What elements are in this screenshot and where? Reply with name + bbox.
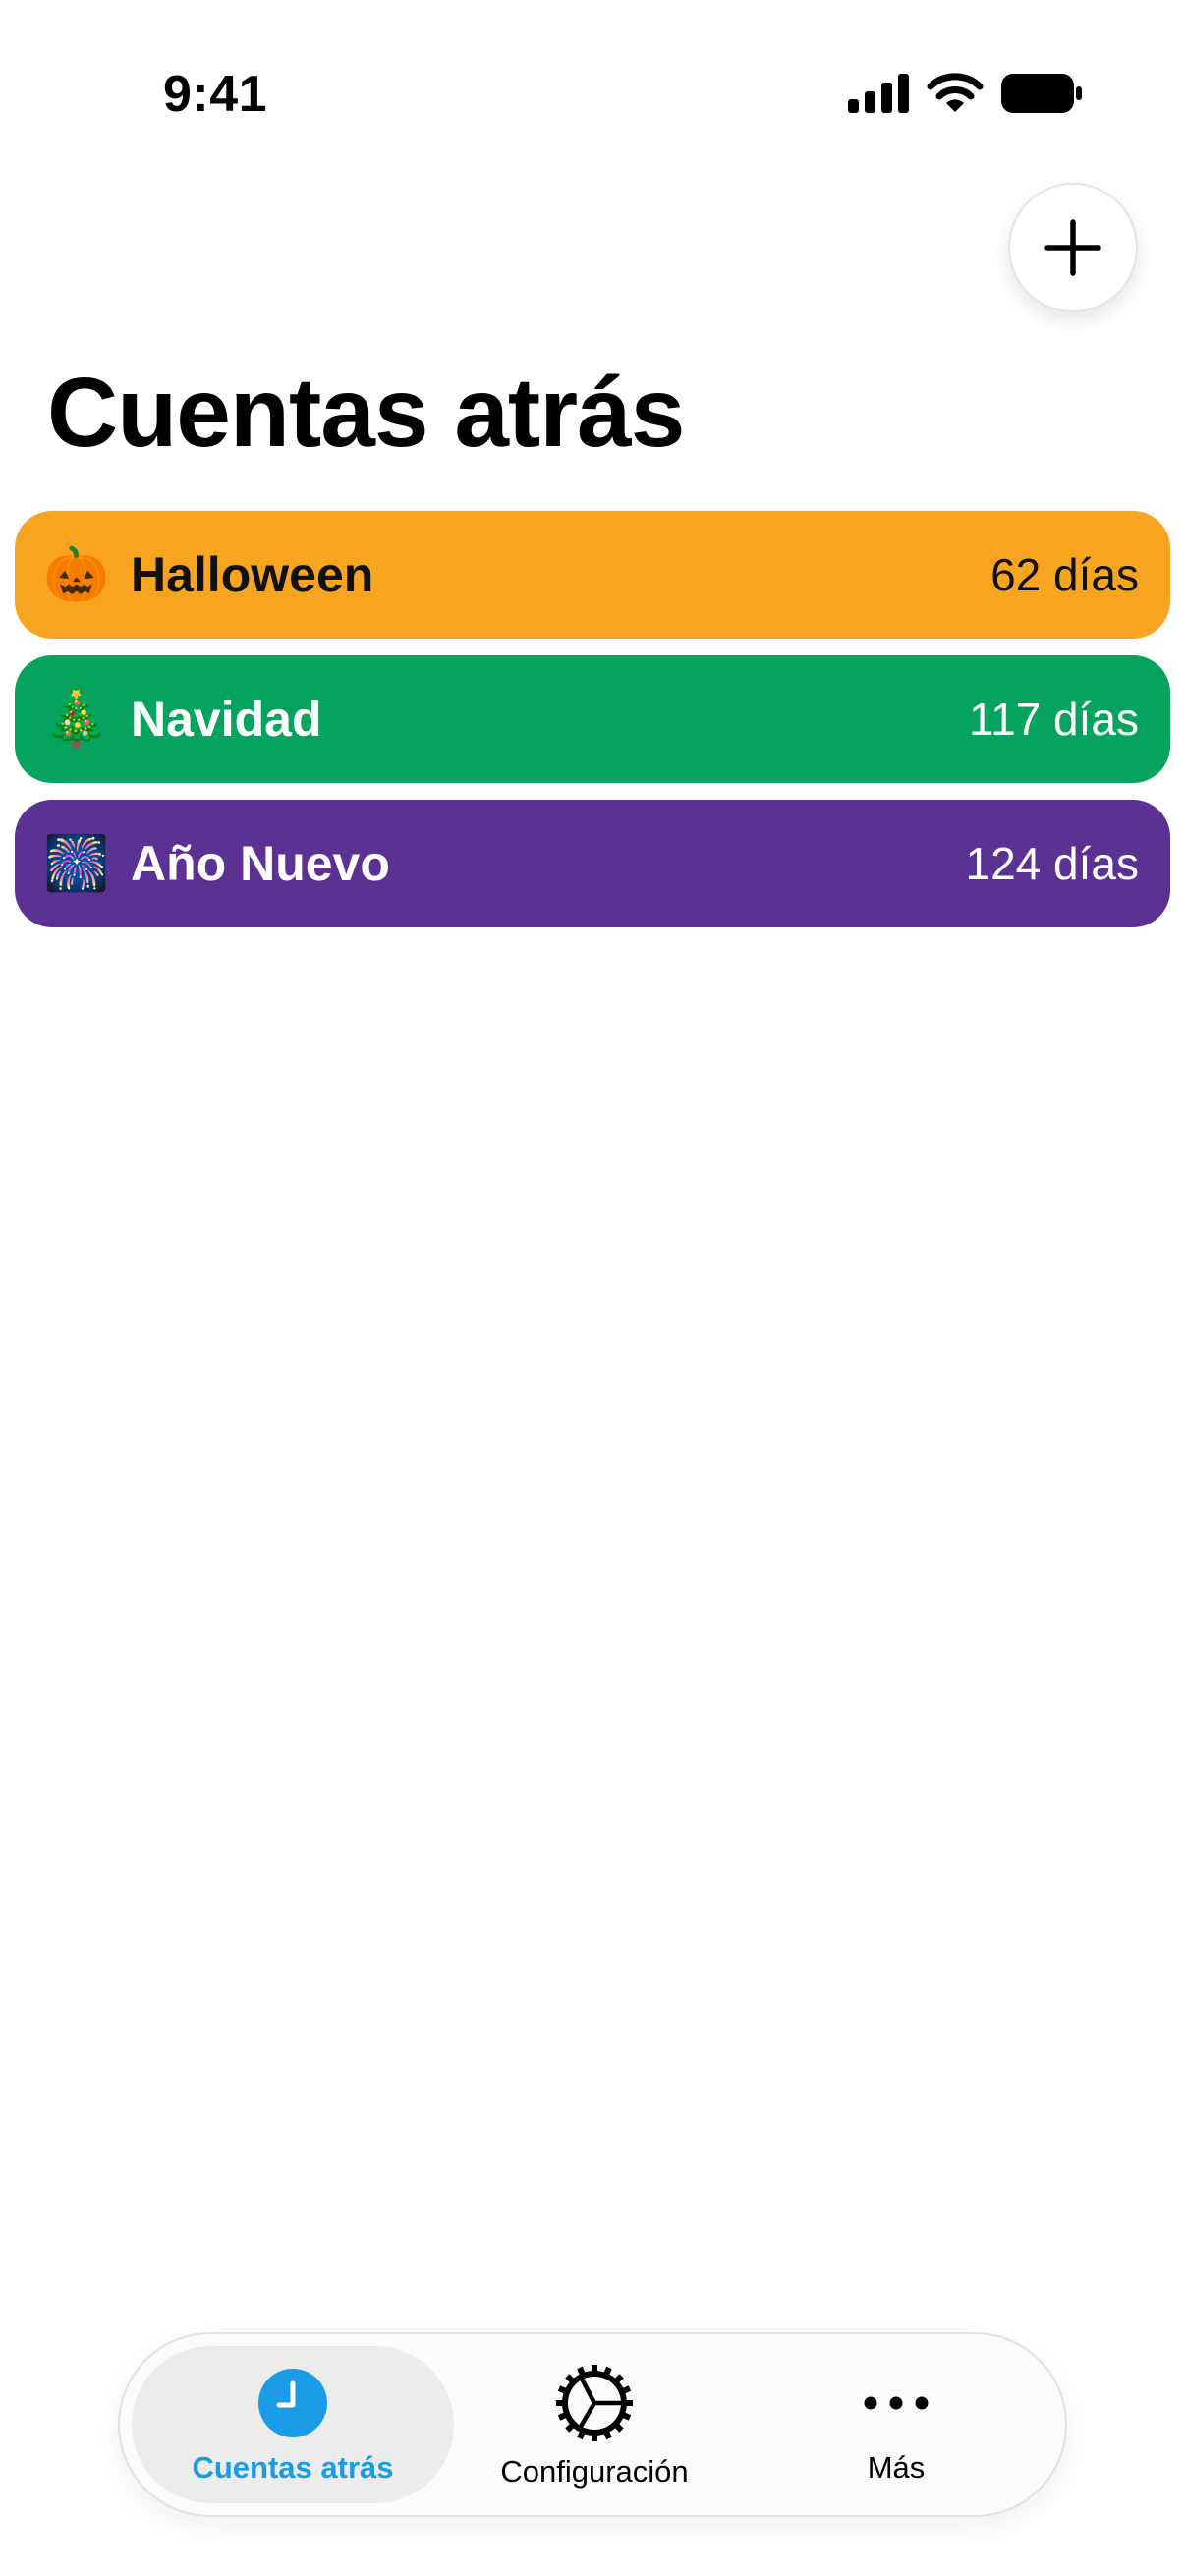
countdown-row-halloween[interactable]: 🎃 Halloween 62 días [15,511,1170,639]
add-countdown-button[interactable] [1008,183,1138,312]
wifi-icon [927,73,984,112]
countdown-days: 124 días [965,838,1139,889]
plus-icon [1044,219,1101,276]
countdown-name: Navidad [131,692,322,747]
christmas-tree-icon: 🎄 [43,690,110,749]
countdown-name: Halloween [131,547,374,602]
clock-icon [258,2369,327,2437]
tab-mas[interactable]: Más [749,2334,1044,2519]
tab-bar: Cuentas atrás Configuración Más [118,2332,1067,2517]
status-icons [848,71,1082,116]
tab-label: Cuentas atrás [192,2450,394,2485]
tab-label: Más [867,2450,926,2485]
countdown-name: Año Nuevo [131,836,390,891]
cellular-signal-icon [848,74,909,113]
pumpkin-icon: 🎃 [43,545,110,604]
tab-label: Configuración [500,2454,689,2489]
countdown-list: 🎃 Halloween 62 días 🎄 Navidad 117 días 🎆… [15,511,1170,944]
countdown-row-ano-nuevo[interactable]: 🎆 Año Nuevo 124 días [15,800,1170,927]
countdown-days: 62 días [990,549,1139,600]
countdown-days: 117 días [968,694,1139,745]
battery-icon [1001,74,1082,113]
tab-cuentas-atras[interactable]: Cuentas atrás [145,2334,440,2519]
page-title: Cuentas atrás [47,358,685,468]
screen: 9:41 Cuentas atrás 🎃 Halloween 62 días 🎄… [0,0,1185,2576]
countdown-row-navidad[interactable]: 🎄 Navidad 117 días [15,655,1170,783]
status-time: 9:41 [163,66,268,123]
fireworks-icon: 🎆 [43,834,110,893]
gear-icon [556,2365,633,2441]
more-icon [864,2396,929,2410]
tab-configuracion[interactable]: Configuración [447,2334,742,2519]
